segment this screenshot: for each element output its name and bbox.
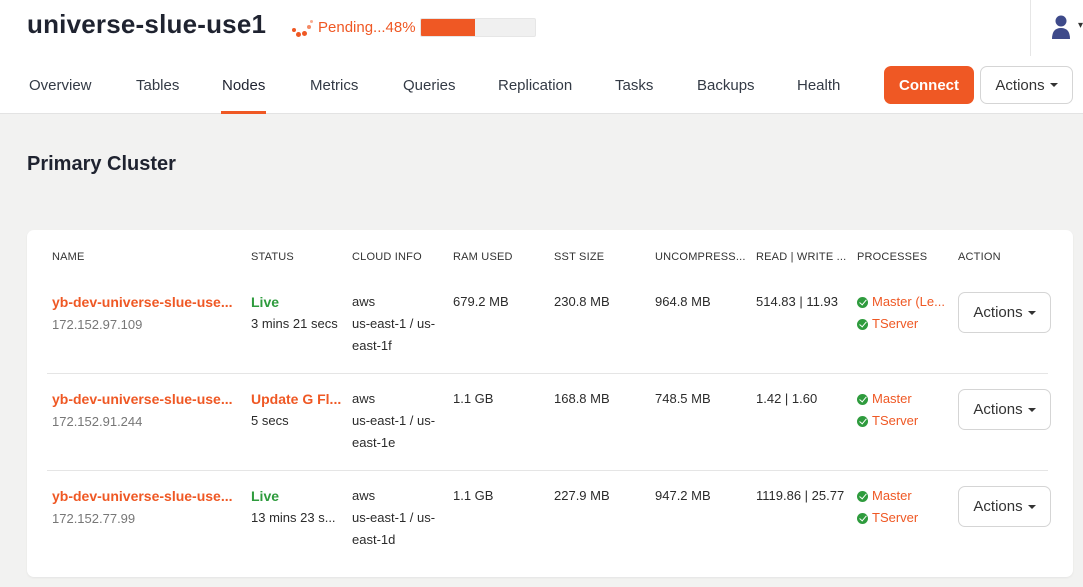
caret-down-icon bbox=[1049, 83, 1058, 87]
ram-used: 1.1 GB bbox=[453, 391, 494, 406]
actions-label: Actions bbox=[973, 498, 1023, 515]
header: universe-slue-use1 Pending...48% ▾ Overv… bbox=[0, 0, 1083, 114]
loading-spinner-icon bbox=[290, 17, 314, 37]
process-tserver[interactable]: TServer bbox=[857, 313, 918, 335]
node-ip: 172.152.77.99 bbox=[52, 511, 136, 526]
tab-tasks[interactable]: Tasks bbox=[615, 66, 653, 114]
column-header-uncompressed[interactable]: UNCOMPRESS... bbox=[655, 251, 746, 263]
tab-replication[interactable]: Replication bbox=[498, 66, 572, 114]
pending-status: Pending...48% bbox=[290, 17, 536, 37]
progress-bar-fill bbox=[420, 18, 476, 36]
cloud-zone: east-1e bbox=[352, 435, 396, 450]
pending-text: Pending...48% bbox=[318, 18, 416, 36]
column-header-processes: PROCESSES bbox=[857, 251, 928, 263]
row-actions-button[interactable]: Actions bbox=[958, 486, 1051, 527]
column-header-ram-used[interactable]: RAM USED bbox=[453, 251, 513, 263]
status-badge: Live bbox=[251, 488, 280, 504]
cloud-provider: aws bbox=[352, 294, 376, 309]
ram-used: 679.2 MB bbox=[453, 294, 509, 309]
check-circle-icon bbox=[857, 393, 868, 405]
status-detail: 5 secs bbox=[251, 413, 289, 428]
check-circle-icon bbox=[857, 490, 868, 502]
uncompressed-size: 748.5 MB bbox=[655, 391, 711, 406]
column-header-cloud-info[interactable]: CLOUD INFO bbox=[352, 251, 422, 263]
actions-label: Actions bbox=[973, 401, 1023, 418]
sst-size: 227.9 MB bbox=[554, 488, 610, 503]
cloud-provider: aws bbox=[352, 391, 376, 406]
read-write-ops: 514.83 | 11.93 bbox=[756, 294, 838, 309]
node-ip: 172.152.91.244 bbox=[52, 414, 143, 429]
tab-tables[interactable]: Tables bbox=[136, 66, 179, 114]
check-circle-icon bbox=[857, 512, 868, 524]
status-badge: Update G Fl... bbox=[251, 391, 342, 407]
chevron-down-icon[interactable]: ▾ bbox=[1078, 20, 1083, 31]
status-badge: Live bbox=[251, 294, 280, 310]
tab-overview[interactable]: Overview bbox=[29, 66, 92, 114]
sst-size: 230.8 MB bbox=[554, 294, 610, 309]
caret-down-icon bbox=[1027, 504, 1036, 509]
column-header-action: ACTION bbox=[958, 251, 1001, 263]
row-actions-button[interactable]: Actions bbox=[958, 389, 1051, 430]
uncompressed-size: 947.2 MB bbox=[655, 488, 711, 503]
process-tserver[interactable]: TServer bbox=[857, 410, 918, 432]
status-detail: 13 mins 23 s... bbox=[251, 510, 336, 525]
cloud-region: us-east-1 / us- bbox=[352, 316, 436, 331]
node-name-link[interactable]: yb-dev-universe-slue-use... bbox=[52, 291, 233, 314]
actions-label: Actions bbox=[995, 76, 1045, 94]
check-circle-icon bbox=[857, 318, 868, 330]
user-icon[interactable] bbox=[1050, 14, 1072, 40]
sst-size: 168.8 MB bbox=[554, 391, 610, 406]
cloud-region: us-east-1 / us- bbox=[352, 510, 436, 525]
check-circle-icon bbox=[857, 296, 868, 308]
node-name-link[interactable]: yb-dev-universe-slue-use... bbox=[52, 388, 233, 411]
progress-bar bbox=[419, 17, 536, 37]
actions-dropdown-button[interactable]: Actions bbox=[980, 66, 1073, 104]
divider bbox=[1030, 0, 1031, 56]
process-master[interactable]: Master (Le... bbox=[857, 291, 945, 313]
cloud-provider: aws bbox=[352, 488, 376, 503]
table-row: yb-dev-universe-slue-use... 172.152.97.1… bbox=[27, 276, 1073, 373]
cloud-zone: east-1f bbox=[352, 338, 392, 353]
read-write-ops: 1.42 | 1.60 bbox=[756, 391, 818, 406]
process-master[interactable]: Master bbox=[857, 485, 912, 507]
process-tserver[interactable]: TServer bbox=[857, 507, 918, 529]
node-ip: 172.152.97.109 bbox=[52, 317, 143, 332]
cloud-region: us-east-1 / us- bbox=[352, 413, 436, 428]
uncompressed-size: 964.8 MB bbox=[655, 294, 711, 309]
read-write-ops: 1119.86 | 25.77 bbox=[756, 488, 845, 503]
caret-down-icon bbox=[1027, 407, 1036, 412]
table-row: yb-dev-universe-slue-use... 172.152.77.9… bbox=[27, 470, 1073, 567]
table-row: yb-dev-universe-slue-use... 172.152.91.2… bbox=[27, 373, 1073, 470]
status-detail: 3 mins 21 secs bbox=[251, 316, 338, 331]
column-header-sst-size[interactable]: SST SIZE bbox=[554, 251, 604, 263]
node-name-link[interactable]: yb-dev-universe-slue-use... bbox=[52, 485, 233, 508]
tab-nodes[interactable]: Nodes bbox=[220, 66, 267, 114]
row-divider bbox=[47, 373, 1048, 374]
column-header-name[interactable]: NAME bbox=[52, 251, 85, 263]
section-title: Primary Cluster bbox=[27, 153, 176, 175]
cloud-zone: east-1d bbox=[352, 532, 396, 547]
tab-queries[interactable]: Queries bbox=[403, 66, 456, 114]
actions-label: Actions bbox=[973, 304, 1023, 321]
ram-used: 1.1 GB bbox=[453, 488, 494, 503]
row-actions-button[interactable]: Actions bbox=[958, 292, 1051, 333]
tab-health[interactable]: Health bbox=[797, 66, 840, 114]
tab-metrics[interactable]: Metrics bbox=[310, 66, 358, 114]
caret-down-icon bbox=[1027, 310, 1036, 315]
column-header-read-write[interactable]: READ | WRITE ... bbox=[756, 251, 846, 263]
tab-backups[interactable]: Backups bbox=[697, 66, 755, 114]
check-circle-icon bbox=[857, 415, 868, 427]
nodes-table: NAME STATUS CLOUD INFO RAM USED SST SIZE… bbox=[27, 230, 1073, 577]
column-header-status[interactable]: STATUS bbox=[251, 251, 294, 263]
universe-title: universe-slue-use1 bbox=[27, 9, 267, 39]
connect-button[interactable]: Connect bbox=[884, 66, 974, 104]
row-divider bbox=[47, 470, 1048, 471]
process-master[interactable]: Master bbox=[857, 388, 912, 410]
